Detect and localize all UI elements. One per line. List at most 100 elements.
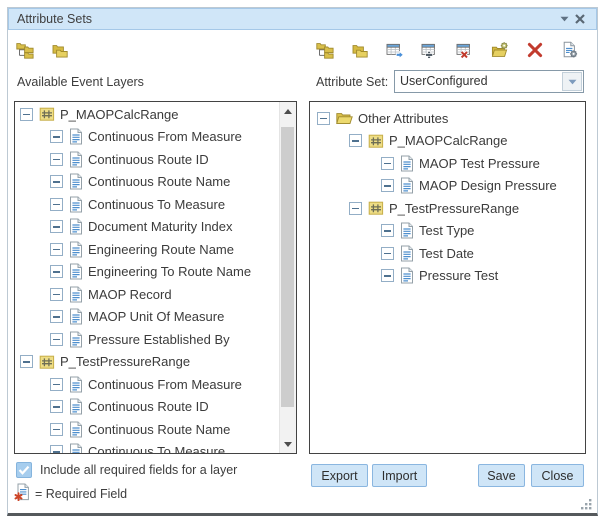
collapse-icon[interactable] [50, 243, 63, 256]
collapse-icon[interactable] [50, 220, 63, 233]
collapse-icon[interactable] [20, 355, 33, 368]
collapse-icon[interactable] [50, 333, 63, 346]
collapse-icon[interactable] [50, 153, 63, 166]
tree-item[interactable]: Continuous Route Name [15, 171, 279, 194]
tree-item[interactable]: Engineering To Route Name [15, 261, 279, 284]
collapse-icon[interactable] [381, 224, 394, 237]
tree-item-label[interactable]: Continuous From Measure [88, 129, 242, 144]
tree-item-label[interactable]: Continuous From Measure [88, 377, 242, 392]
attribute-set-combobox[interactable]: UserConfigured [394, 70, 584, 93]
tree-item-label[interactable]: Continuous To Measure [88, 197, 225, 212]
tree-item[interactable]: Continuous From Measure [15, 126, 279, 149]
tree-item[interactable]: MAOP Test Pressure [310, 152, 585, 175]
collapse-icon[interactable] [50, 378, 63, 391]
tree-item[interactable]: Other Attributes [310, 107, 585, 130]
collapse-icon[interactable] [349, 202, 362, 215]
collapse-icon[interactable] [381, 269, 394, 282]
tree-item-label[interactable]: Document Maturity Index [88, 219, 233, 234]
table-x-icon[interactable] [456, 41, 474, 59]
tree-item-label[interactable]: MAOP Unit Of Measure [88, 309, 224, 324]
collapse-icon[interactable] [50, 445, 63, 453]
red-x-icon[interactable] [526, 41, 544, 59]
tree-item[interactable]: Test Date [310, 242, 585, 265]
document-gear-icon[interactable] [561, 41, 579, 59]
tree-item-label[interactable]: Continuous Route Name [88, 174, 230, 189]
tree-item[interactable]: Continuous To Measure [15, 193, 279, 216]
tree-item[interactable]: MAOP Design Pressure [310, 175, 585, 198]
include-required-fields-checkbox[interactable] [16, 462, 32, 478]
tree-item[interactable]: P_MAOPCalcRange [15, 103, 279, 126]
tree-item[interactable]: P_TestPressureRange [15, 351, 279, 374]
collapse-icon[interactable] [50, 423, 63, 436]
collapse-icon[interactable] [50, 130, 63, 143]
tree-item[interactable]: MAOP Unit Of Measure [15, 306, 279, 329]
tree-item-label[interactable]: Engineering Route Name [88, 242, 234, 257]
resize-grip[interactable] [580, 498, 593, 511]
tree-item-label[interactable]: Other Attributes [358, 111, 448, 126]
close-icon[interactable] [572, 11, 588, 27]
tree-item[interactable]: Continuous To Measure [15, 441, 279, 454]
tree-item-label[interactable]: Pressure Test [419, 268, 498, 283]
tree-item[interactable]: Continuous Route Name [15, 418, 279, 441]
collapse-icon[interactable] [50, 400, 63, 413]
tree-item-label[interactable]: P_TestPressureRange [389, 201, 519, 216]
folder-gear-icon[interactable] [491, 41, 509, 59]
tree-item-label[interactable]: Continuous Route ID [88, 152, 209, 167]
tree-item[interactable]: P_TestPressureRange [310, 197, 585, 220]
export-button[interactable]: Export [311, 464, 368, 487]
tree-item-label[interactable]: P_MAOPCalcRange [60, 107, 179, 122]
combo-dropdown-button[interactable] [562, 72, 582, 91]
collapse-icon[interactable] [50, 175, 63, 188]
dialog-titlebar[interactable]: Attribute Sets [8, 8, 597, 30]
tree-item[interactable]: Test Type [310, 220, 585, 243]
collapse-icon[interactable] [50, 310, 63, 323]
include-required-fields-row: Include all required fields for a layer [16, 462, 237, 478]
table-arrow-icon[interactable] [386, 41, 404, 59]
tree-item[interactable]: Continuous Route ID [15, 396, 279, 419]
vertical-scrollbar[interactable] [279, 102, 296, 453]
table-plus-icon[interactable] [421, 41, 439, 59]
folder-tree-icon[interactable] [16, 41, 34, 59]
collapse-icon[interactable] [317, 112, 330, 125]
tree-item[interactable]: Continuous Route ID [15, 148, 279, 171]
tree-item-label[interactable]: P_MAOPCalcRange [389, 133, 508, 148]
collapse-icon[interactable] [50, 265, 63, 278]
collapse-icon[interactable] [349, 134, 362, 147]
tree-item[interactable]: Pressure Test [310, 265, 585, 288]
tree-item-label[interactable]: Engineering To Route Name [88, 264, 251, 279]
collapse-icon[interactable] [50, 288, 63, 301]
folders-icon[interactable] [351, 41, 369, 59]
tree-item-label[interactable]: Test Type [419, 223, 474, 238]
tree-item[interactable]: Engineering Route Name [15, 238, 279, 261]
tree-item[interactable]: MAOP Record [15, 283, 279, 306]
collapse-icon[interactable] [381, 247, 394, 260]
scrollbar-thumb[interactable] [281, 127, 294, 407]
tree-item-label[interactable]: Continuous Route ID [88, 399, 209, 414]
save-button[interactable]: Save [478, 464, 525, 487]
tree-item-label[interactable]: Test Date [419, 246, 474, 261]
folder-tree-icon[interactable] [316, 41, 334, 59]
tree-item-label[interactable]: MAOP Design Pressure [419, 178, 557, 193]
tree-item[interactable]: Document Maturity Index [15, 216, 279, 239]
tree-item[interactable]: Pressure Established By [15, 328, 279, 351]
collapse-icon[interactable] [50, 198, 63, 211]
scroll-down-icon[interactable] [280, 436, 296, 452]
close-button[interactable]: Close [531, 464, 584, 487]
tree-item-label[interactable]: MAOP Test Pressure [419, 156, 540, 171]
import-button[interactable]: Import [372, 464, 427, 487]
scroll-up-icon[interactable] [280, 103, 296, 119]
collapse-icon[interactable] [381, 157, 394, 170]
tree-item-label[interactable]: Pressure Established By [88, 332, 230, 347]
tree-item-label[interactable]: P_TestPressureRange [60, 354, 190, 369]
titlebar-dropdown-caret-icon[interactable] [556, 11, 572, 27]
tree-item-label[interactable]: Continuous To Measure [88, 444, 225, 453]
tree-item-label[interactable]: MAOP Record [88, 287, 172, 302]
tree-item-label[interactable]: Continuous Route Name [88, 422, 230, 437]
event-layer-icon [368, 133, 384, 149]
required-field-legend-text: = Required Field [35, 487, 127, 501]
tree-item[interactable]: Continuous From Measure [15, 373, 279, 396]
collapse-icon[interactable] [20, 108, 33, 121]
tree-item[interactable]: P_MAOPCalcRange [310, 130, 585, 153]
collapse-icon[interactable] [381, 179, 394, 192]
folders-icon[interactable] [51, 41, 69, 59]
